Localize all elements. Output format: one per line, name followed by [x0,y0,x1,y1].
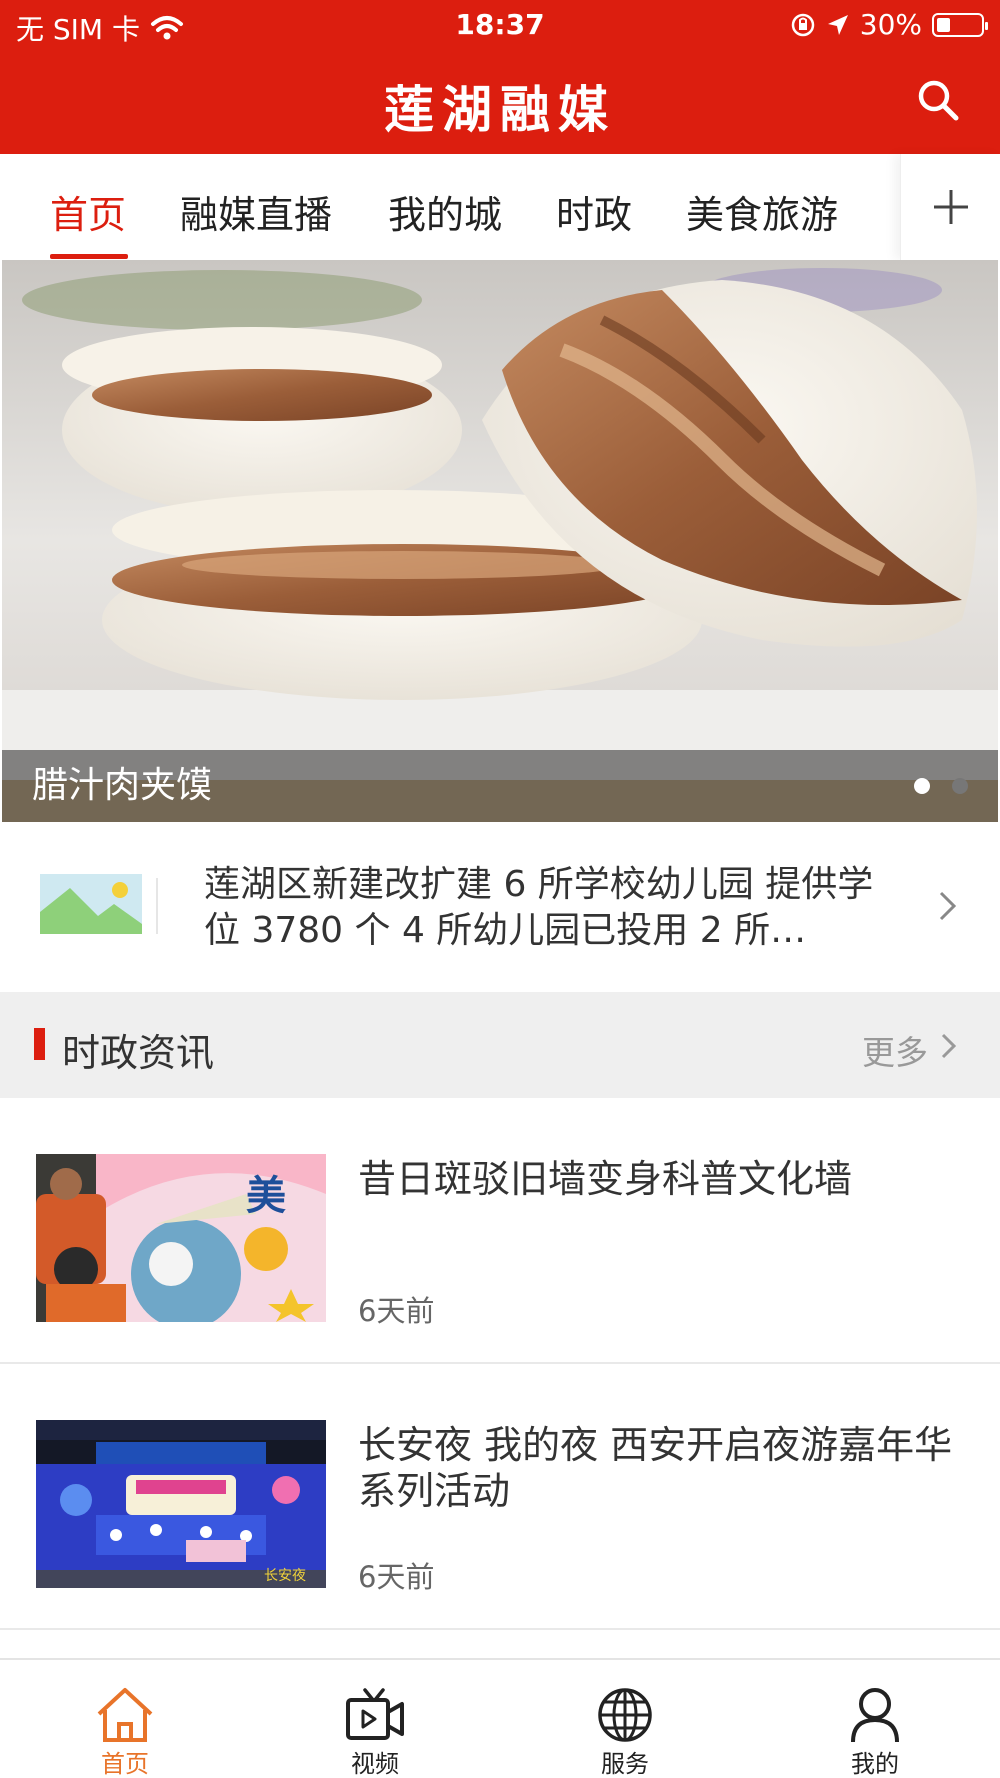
news-title: 昔日斑驳旧墙变身科普文化墙 [358,1157,853,1201]
image-placeholder-icon [40,874,142,934]
svg-text:长安夜: 长安夜 [264,1568,306,1584]
active-tab-indicator [50,254,128,259]
tab-politics[interactable]: 时政 [556,184,632,239]
banner-carousel[interactable]: 腊汁肉夹馍 [2,260,998,822]
headline-item[interactable]: 莲湖区新建改扩建 6 所学校幼儿园 提供学位 3780 个 4 所幼儿园已投用 … [0,822,1000,992]
carousel-dot-active[interactable] [914,778,930,794]
chevron-right-icon[interactable] [940,1032,958,1060]
section-accent-bar [34,1028,45,1060]
tab-home[interactable]: 首页 [50,184,126,239]
video-icon [346,1688,404,1740]
nav-profile[interactable]: 我的 [750,1660,1000,1778]
carousel-dot[interactable] [952,778,968,794]
nav-services-label: 服务 [601,1750,649,1778]
battery-icon [932,12,988,37]
news-item[interactable]: 美 昔日斑驳旧墙变身科普文化墙 6天前 [0,1098,1000,1364]
news-time: 6天前 [358,1294,435,1328]
nav-video-label: 视频 [351,1750,399,1778]
home-icon [97,1688,153,1742]
channel-tabs: 首页 融媒直播 我的城 时政 美食旅游 [0,154,1000,260]
tab-food-travel[interactable]: 美食旅游 [686,184,838,239]
battery-percent: 30% [859,8,922,41]
banner-caption: 腊汁肉夹馍 [32,765,213,806]
location-arrow-icon [827,14,848,35]
globe-icon [598,1688,652,1742]
orientation-lock-icon [791,13,815,36]
news-title: 长安夜 我的夜 西安开启夜游嘉年华系列活动 [358,1423,953,1513]
news-time: 6天前 [358,1560,435,1594]
news-thumbnail: 美 [36,1154,326,1322]
status-bar: 无 SIM 卡 18:37 30% [0,0,1000,50]
app-title: 莲湖融媒 [384,80,616,139]
section-title: 时政资讯 [62,1031,215,1075]
nav-home[interactable]: 首页 [0,1660,250,1778]
news-item[interactable]: 长安夜 长安夜 我的夜 西安开启夜游嘉年华系列活动 6天前 [0,1364,1000,1630]
tab-my-city[interactable]: 我的城 [388,184,502,239]
svg-text:美: 美 [246,1173,286,1219]
section-header: 时政资讯 更多 [0,992,1000,1098]
user-icon [851,1688,899,1743]
news-thumbnail: 长安夜 [36,1420,326,1588]
banner-image [2,260,998,822]
plus-icon [933,190,968,224]
chevron-right-icon [939,891,957,921]
more-link[interactable]: 更多 [862,1026,928,1074]
add-channel-button[interactable] [900,154,1000,260]
tab-live[interactable]: 融媒直播 [180,184,332,239]
app-header: 无 SIM 卡 18:37 30% 莲湖融媒 [0,0,1000,154]
headline-title: 莲湖区新建改扩建 6 所学校幼儿园 提供学位 3780 个 4 所幼儿园已投用 … [204,864,874,951]
nav-profile-label: 我的 [851,1750,899,1778]
nav-video[interactable]: 视频 [250,1660,500,1778]
search-icon[interactable] [916,78,960,122]
carousel-dots [914,778,968,794]
nav-services[interactable]: 服务 [500,1660,750,1778]
nav-home-label: 首页 [101,1750,149,1778]
bottom-navigation: 首页 视频 服务 我的 [0,1658,1000,1778]
